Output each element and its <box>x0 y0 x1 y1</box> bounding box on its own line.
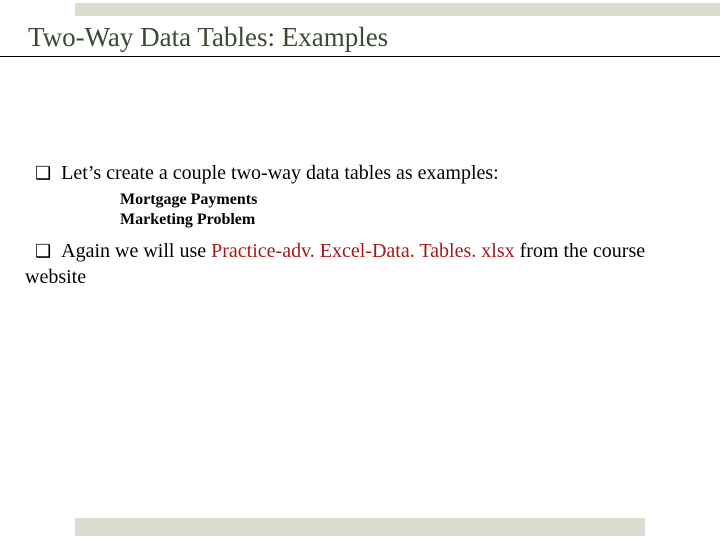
checkbox-bullet-icon: ❑ <box>35 162 51 185</box>
sub-list: Mortgage Payments Marketing Problem <box>120 190 695 230</box>
bullet-filename: Practice-adv. Excel-Data. Tables. xlsx <box>211 240 514 262</box>
title-underline <box>0 56 720 57</box>
top-decorative-bar <box>75 3 720 16</box>
checkbox-bullet-icon: ❑ <box>35 240 51 263</box>
bullet-text: Let’s create a couple two-way data table… <box>61 162 499 184</box>
bullet-text-pre: Again we will use <box>61 240 211 262</box>
bottom-decorative-bar <box>75 518 645 536</box>
sub-item-marketing: Marketing Problem <box>120 210 695 230</box>
slide-body: ❑ Let’s create a couple two-way data tabl… <box>25 160 695 292</box>
slide: Two-Way Data Tables: Examples ❑ Let’s cre… <box>0 0 720 540</box>
slide-title: Two-Way Data Tables: Examples <box>28 22 388 53</box>
bullet-item-2: ❑ Again we will use Practice-adv. Excel-D… <box>25 238 695 290</box>
bullet-item-1: ❑ Let’s create a couple two-way data tabl… <box>25 160 695 186</box>
sub-item-mortgage: Mortgage Payments <box>120 190 695 210</box>
